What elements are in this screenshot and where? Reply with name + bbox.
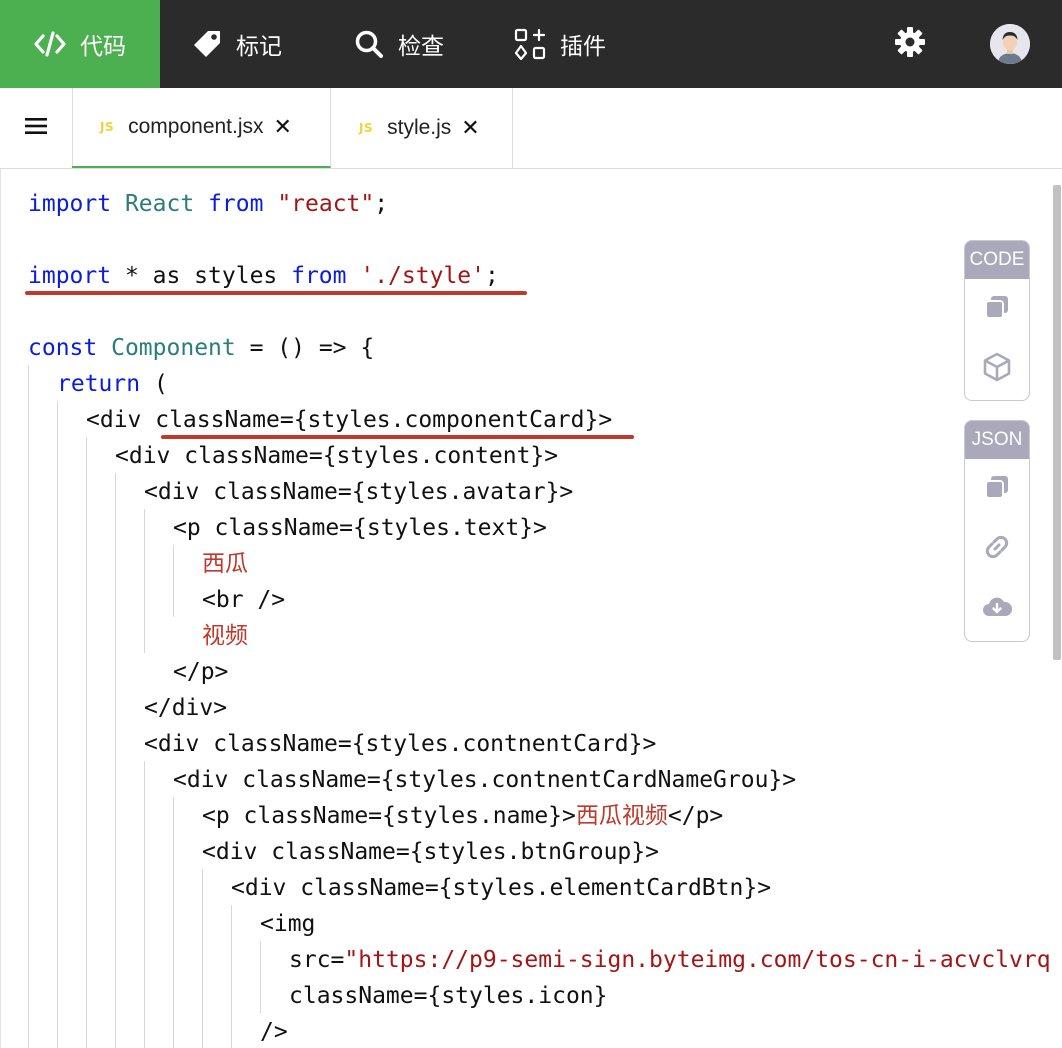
editor-tab-bar: JS component.jsx ✕ JS style.js ✕ (0, 88, 1062, 169)
plugin-grid-icon (514, 28, 546, 60)
code-line: src="https://p9-semi-sign.byteimg.com/to… (289, 947, 1051, 973)
code-line: import React from "react"; (28, 191, 389, 217)
indent-guide (144, 761, 145, 1048)
copy-json-button[interactable] (965, 459, 1029, 519)
highlight-underline (25, 291, 527, 295)
menu-button[interactable] (0, 88, 73, 168)
code-line: <div className={styles.componentCard}> (86, 407, 613, 433)
code-icon (34, 31, 66, 57)
cloud-download-icon (981, 594, 1013, 625)
code-line: import * as styles from './style'; (28, 263, 499, 289)
code-line: const Component = () => { (28, 335, 375, 361)
code-line: <br /> (202, 587, 286, 613)
nav-item-label: 检查 (398, 33, 444, 59)
nav-item-label: 标记 (236, 33, 282, 59)
nav-item-label: 代码 (80, 33, 126, 59)
code-line: /> (260, 1019, 288, 1045)
json-panel-label: JSON (965, 421, 1029, 459)
code-line: <p className={styles.name}>西瓜视频</p> (202, 803, 724, 829)
code-line: <div className={styles.content}> (115, 443, 559, 469)
code-line: <div className={styles.elementCardBtn}> (231, 875, 772, 901)
vertical-scrollbar[interactable] (1053, 185, 1061, 660)
tag-icon (192, 29, 222, 59)
highlight-underline (161, 435, 634, 439)
close-icon[interactable]: ✕ (274, 114, 292, 140)
cube-icon (982, 352, 1012, 387)
code-line: 视频 (202, 623, 248, 649)
indent-guide (57, 401, 58, 1048)
js-file-icon: JS (359, 121, 374, 135)
link-icon (982, 532, 1012, 567)
settings-button[interactable] (890, 0, 930, 88)
indent-guide (231, 905, 232, 1048)
tab-style-js[interactable]: JS style.js ✕ (331, 88, 513, 168)
code-3d-button[interactable] (965, 339, 1029, 399)
search-icon (354, 29, 384, 59)
indent-guide (144, 509, 145, 653)
indent-guide (260, 941, 261, 1013)
code-panel-label: CODE (965, 241, 1029, 279)
code-line: 西瓜 (202, 551, 248, 577)
code-line: </p> (173, 659, 229, 685)
indent-guide (115, 473, 116, 1048)
avatar (990, 24, 1030, 64)
indent-guide (28, 365, 29, 1048)
code-line: <div className={styles.avatar}> (144, 479, 574, 505)
code-line: className={styles.icon} (289, 983, 608, 1009)
user-menu[interactable] (990, 0, 1030, 88)
tab-label: component.jsx (128, 115, 264, 138)
nav-item-label: 插件 (560, 33, 606, 59)
js-file-icon: JS (100, 120, 115, 134)
indent-guide (86, 437, 87, 1048)
copy-icon (984, 294, 1010, 325)
copy-code-button[interactable] (965, 279, 1029, 339)
hamburger-icon (25, 117, 47, 140)
tab-component-jsx[interactable]: JS component.jsx ✕ (72, 88, 331, 168)
gear-icon (894, 26, 926, 63)
code-line: <div className={styles.contnentCard}> (144, 731, 657, 757)
code-line: <div className={styles.contnentCardNameG… (173, 767, 797, 793)
json-tool-panel: JSON (964, 420, 1030, 642)
code-line: <p className={styles.text}> (173, 515, 547, 541)
close-icon[interactable]: ✕ (461, 115, 479, 141)
download-button[interactable] (965, 579, 1029, 639)
nav-item-tag[interactable]: 标记 (192, 0, 282, 88)
copy-link-button[interactable] (965, 519, 1029, 579)
indent-guide (173, 545, 174, 617)
nav-item-code[interactable]: 代码 (0, 0, 160, 88)
nav-item-inspect[interactable]: 检查 (354, 0, 444, 88)
copy-icon (984, 474, 1010, 505)
code-editor[interactable]: import React from "react"; import * as s… (0, 169, 1062, 1048)
indent-guide (173, 797, 174, 1048)
code-line: return ( (57, 371, 168, 397)
tab-label: style.js (387, 116, 452, 139)
code-line: <div className={styles.btnGroup}> (202, 839, 659, 865)
top-navigation-bar: 代码 标记 检查 插件 (0, 0, 1062, 88)
indent-guide (202, 869, 203, 1048)
code-tool-panel: CODE (964, 240, 1030, 401)
nav-item-plugins[interactable]: 插件 (514, 0, 606, 88)
code-line: <img (260, 911, 316, 937)
code-line: </div> (144, 695, 228, 721)
